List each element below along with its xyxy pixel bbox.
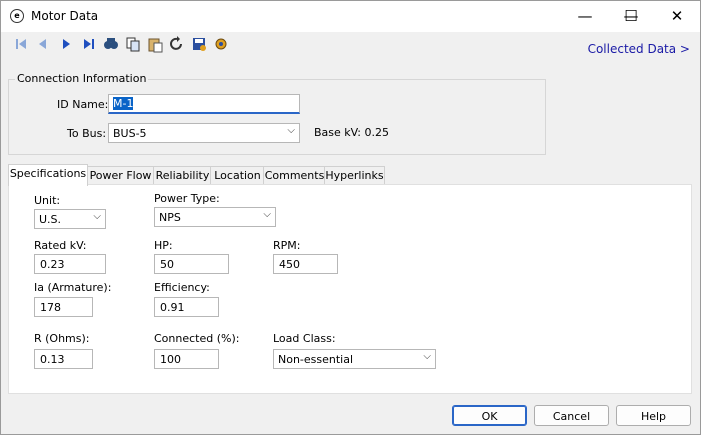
cancel-button[interactable]: Cancel: [534, 405, 609, 426]
tab-comments[interactable]: Comments: [263, 166, 326, 185]
undo-icon[interactable]: [167, 34, 187, 54]
motor-data-dialog: e Motor Data — — ☐ ✕ Collected Data > Co…: [0, 0, 701, 435]
to-bus-select[interactable]: BUS-5 ⌵: [108, 123, 300, 143]
power-type-label: Power Type:: [154, 192, 220, 205]
find-icon[interactable]: [101, 34, 121, 54]
to-bus-label: To Bus:: [67, 127, 107, 140]
connected-percent-label: Connected (%):: [154, 332, 240, 345]
ia-armature-field[interactable]: 178: [34, 297, 93, 317]
rpm-label: RPM:: [273, 239, 301, 252]
tab-specifications[interactable]: Specifications: [8, 164, 88, 186]
help-button[interactable]: Help: [616, 405, 691, 426]
connected-percent-field[interactable]: 100: [154, 349, 219, 369]
efficiency-field[interactable]: 0.91: [154, 297, 219, 317]
first-record-icon[interactable]: [11, 34, 31, 54]
power-type-select[interactable]: NPS ⌵: [154, 207, 276, 227]
window-title: Motor Data: [31, 9, 99, 23]
tab-power-flow[interactable]: Power Flow: [86, 166, 155, 185]
collected-data-link[interactable]: Collected Data >: [588, 42, 690, 56]
title-bar: e Motor Data — — ☐ ✕: [1, 1, 700, 32]
rated-kv-label: Rated kV:: [34, 239, 87, 252]
efficiency-label: Efficiency:: [154, 281, 210, 294]
chevron-down-icon: ⌵: [93, 211, 101, 222]
id-name-field[interactable]: M-1: [108, 94, 300, 114]
connection-information-group: [8, 79, 546, 155]
id-name-label: ID Name:: [57, 98, 109, 111]
rpm-field[interactable]: 450: [273, 254, 338, 274]
rated-kv-field[interactable]: 0.23: [34, 254, 106, 274]
power-type-value: NPS: [159, 211, 181, 224]
connection-information-label: Connection Information: [15, 72, 149, 85]
tab-location[interactable]: Location: [210, 166, 265, 185]
unit-label: Unit:: [34, 194, 61, 207]
ok-button[interactable]: OK: [452, 405, 527, 426]
paste-icon[interactable]: [145, 34, 165, 54]
tab-hyperlinks[interactable]: Hyperlinks: [324, 166, 385, 185]
chevron-down-icon: ⌵: [423, 351, 431, 362]
app-logo-icon: e: [10, 9, 24, 23]
copy-icon[interactable]: [123, 34, 143, 54]
ia-armature-label: Ia (Armature):: [34, 281, 112, 294]
r-ohms-label: R (Ohms):: [34, 332, 90, 345]
minimize-control[interactable]: —: [562, 1, 608, 32]
load-class-label: Load Class:: [273, 332, 336, 345]
maximize-control[interactable]: ☐: [608, 1, 654, 32]
unit-select[interactable]: U.S. ⌵: [34, 209, 106, 229]
next-record-icon[interactable]: [56, 34, 76, 54]
r-ohms-field[interactable]: 0.13: [34, 349, 93, 369]
load-class-value: Non-essential: [278, 353, 354, 366]
chevron-down-icon: ⌵: [263, 209, 271, 220]
save-icon[interactable]: [189, 34, 209, 54]
settings-icon[interactable]: [211, 34, 231, 54]
tab-reliability[interactable]: Reliability: [153, 166, 212, 185]
load-class-select[interactable]: Non-essential ⌵: [273, 349, 436, 369]
id-name-value: M-1: [113, 97, 134, 110]
unit-value: U.S.: [39, 213, 62, 226]
close-control[interactable]: ✕: [654, 1, 700, 32]
last-record-icon[interactable]: [79, 34, 99, 54]
hp-label: HP:: [154, 239, 173, 252]
previous-record-icon[interactable]: [33, 34, 53, 54]
to-bus-value: BUS-5: [113, 127, 147, 140]
base-kv-text: Base kV: 0.25: [314, 126, 389, 139]
chevron-down-icon: ⌵: [287, 125, 295, 136]
hp-field[interactable]: 50: [154, 254, 229, 274]
